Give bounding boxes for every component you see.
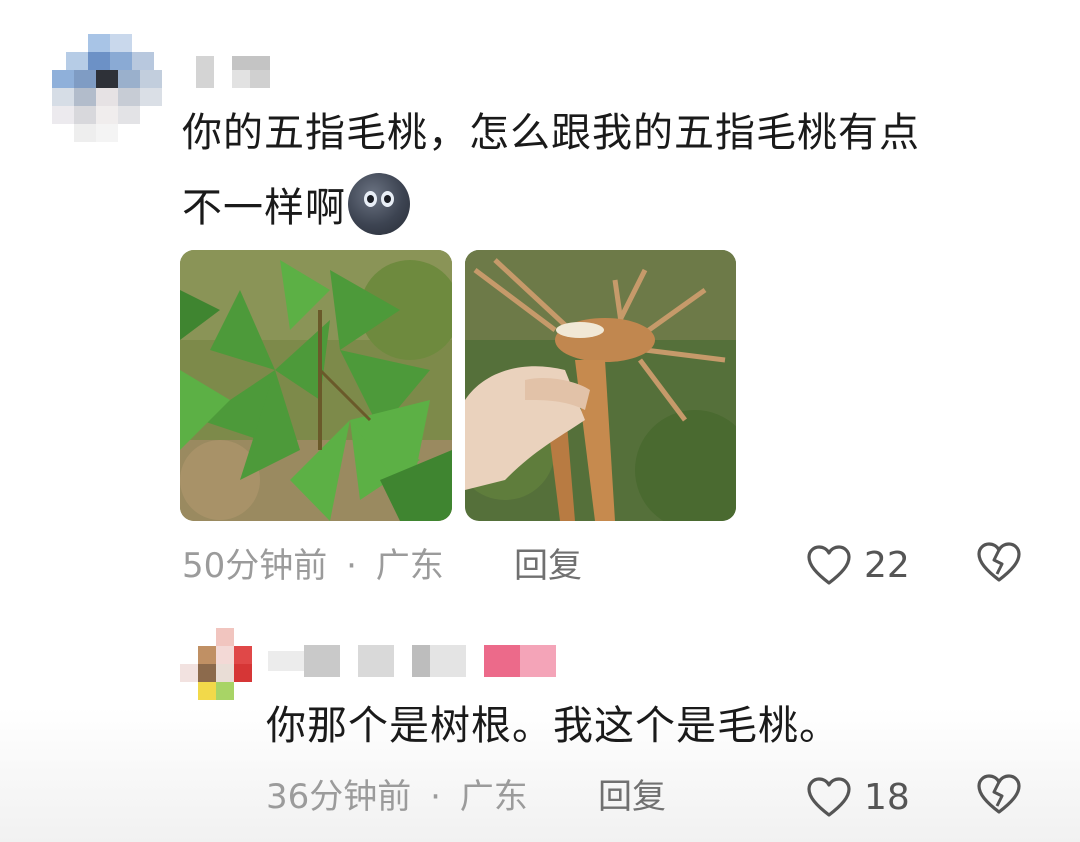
comment-location: 广东 (459, 777, 528, 817)
broken-heart-icon (976, 542, 1022, 588)
broken-heart-icon (976, 774, 1022, 820)
meta-separator: · (430, 777, 441, 817)
reply-comment-text: 你那个是树根。我这个是毛桃。 (266, 703, 840, 749)
comment-time: 50分钟前 (182, 546, 328, 586)
dislike-button[interactable] (976, 772, 1022, 818)
heart-outline-icon (806, 544, 852, 586)
like-count: 18 (864, 776, 910, 818)
username-blurred[interactable] (268, 645, 568, 679)
avatar[interactable] (180, 628, 254, 700)
comment-time: 36分钟前 (266, 777, 412, 817)
avatar[interactable] (52, 34, 162, 142)
like-button[interactable]: 18 (806, 772, 910, 822)
heart-outline-icon (806, 776, 852, 818)
comment-text-line: 不一样啊 (182, 173, 1042, 240)
comment-location: 广东 (375, 546, 444, 586)
like-button[interactable]: 22 (806, 540, 910, 590)
comment-text-line2: 不一样啊 (182, 185, 346, 231)
meta-separator: · (346, 546, 357, 586)
comment-text-line: 你的五指毛桃，怎么跟我的五指毛桃有点 (182, 110, 920, 156)
username-blurred[interactable] (196, 56, 270, 88)
new-moon-face-emoji (348, 173, 410, 235)
reply-button[interactable]: 回复 (514, 544, 582, 588)
dislike-button[interactable] (976, 540, 1022, 586)
comment-text: 你的五指毛桃，怎么跟我的五指毛桃有点 不一样啊 (182, 101, 1042, 240)
like-count: 22 (864, 544, 910, 586)
root-in-hand-photo[interactable] (465, 250, 736, 521)
comment-meta: 36分钟前 · 广东 (266, 775, 528, 819)
comment-meta: 50分钟前 · 广东 (182, 544, 444, 588)
reply-button[interactable]: 回复 (598, 775, 666, 819)
plant-leaves-photo[interactable] (180, 250, 452, 521)
